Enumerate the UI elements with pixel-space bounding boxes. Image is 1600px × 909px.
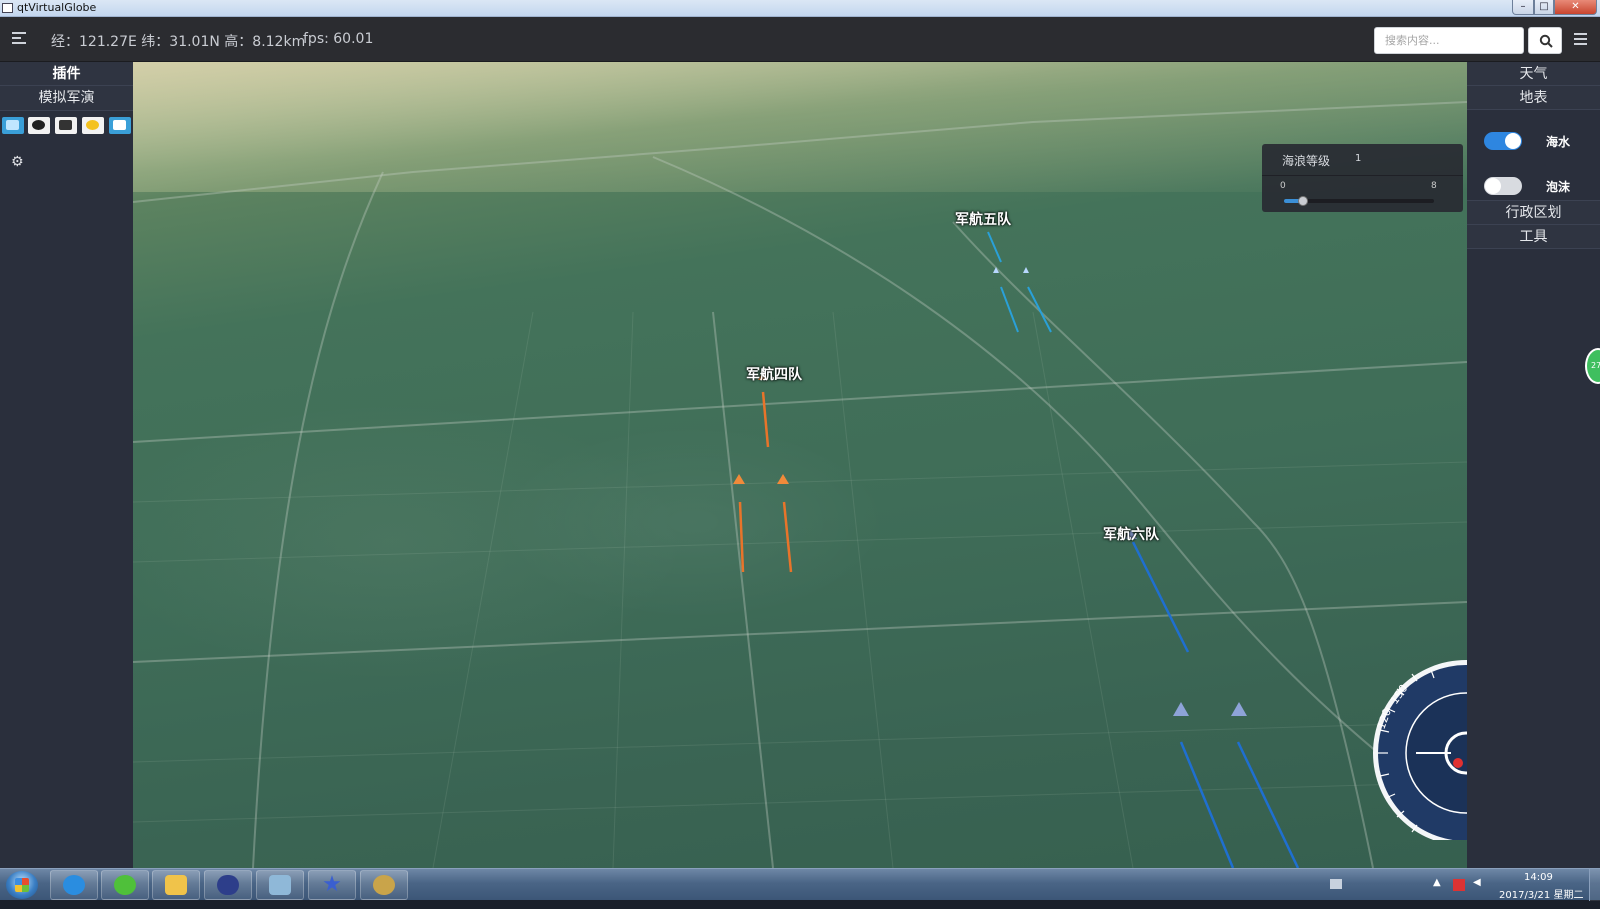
minimize-button[interactable]: – <box>1512 0 1534 15</box>
infinity-icon <box>217 875 239 895</box>
bulb-plugin-icon[interactable] <box>82 117 104 134</box>
star-app-button[interactable]: ★ <box>308 870 356 900</box>
compass-widget[interactable]: 150 120 <box>1266 590 1467 840</box>
explorer-app-button[interactable] <box>152 870 200 900</box>
squad-6-label: 军航六队 <box>1103 527 1159 543</box>
compass-marker <box>1453 758 1463 768</box>
network-tray-icon[interactable] <box>1453 879 1465 891</box>
volume-tray-icon[interactable]: ◀ <box>1473 877 1481 909</box>
admin-division-tab[interactable]: 行政区划 <box>1467 201 1600 225</box>
right-menu-toggle-icon[interactable] <box>1574 33 1587 45</box>
divider <box>1262 175 1463 176</box>
settings-gear-icon[interactable]: ⚙ <box>11 154 24 170</box>
cloud-icon <box>63 875 85 895</box>
wave-level-label: 海浪等级 <box>1282 154 1331 168</box>
folder-icon <box>165 875 187 895</box>
browser-app-button[interactable] <box>101 870 149 900</box>
show-desktop-button[interactable] <box>1589 869 1600 901</box>
tool-app-button[interactable] <box>360 870 408 900</box>
fps-readout: fps: 60.01 <box>303 31 374 47</box>
aircraft-icon[interactable] <box>1231 702 1247 716</box>
search-input[interactable] <box>1374 27 1524 54</box>
cloud-app-button[interactable] <box>50 870 98 900</box>
chat-plugin-icon[interactable] <box>28 117 50 134</box>
book-app-button[interactable] <box>256 870 304 900</box>
squad-4-label: 军航四队 <box>746 367 802 383</box>
tool-icon <box>373 875 395 895</box>
aircraft-icon[interactable] <box>777 474 789 484</box>
foam-label: 泡沫 <box>1546 180 1571 194</box>
keyboard-tray-icon[interactable] <box>1330 879 1342 889</box>
squad-5-label: 军航五队 <box>955 212 1011 228</box>
star-icon: ★ <box>322 872 342 897</box>
left-menu-toggle-icon[interactable] <box>12 32 26 44</box>
wave-max-label: 8 <box>1431 181 1437 191</box>
top-toolbar: 经：121.27E 纬：31.01N 高：8.12km fps: 60.01 <box>0 17 1600 62</box>
wave-level-panel: 海浪等级 1 0 8 <box>1262 144 1463 212</box>
search-button[interactable] <box>1528 27 1562 54</box>
sea-water-label: 海水 <box>1546 135 1571 149</box>
surface-tab[interactable]: 地表 <box>1467 86 1600 110</box>
squad-5-formation <box>987 231 1052 333</box>
maximize-button[interactable]: □ <box>1534 0 1554 15</box>
plugin-panel-header: 插件 <box>0 62 133 86</box>
browser-icon <box>114 875 136 895</box>
wave-level-value: 1 <box>1355 153 1362 164</box>
wave-min-label: 0 <box>1280 181 1286 191</box>
search-icon <box>1539 34 1553 48</box>
wave-slider-handle[interactable] <box>1297 196 1308 206</box>
globe-plugin-icon[interactable] <box>2 117 24 134</box>
start-button[interactable] <box>6 871 38 899</box>
window-titlebar: qtVirtualGlobe – □ ✕ <box>0 0 1600 17</box>
book-icon <box>269 875 291 895</box>
app-icon <box>2 3 13 13</box>
clock-date[interactable]: 2017/3/21 星期二 <box>1499 886 1583 901</box>
wave-level-slider[interactable] <box>1284 196 1434 206</box>
clock-time[interactable]: 14:09 <box>1524 872 1553 883</box>
windows-taskbar: ★ ▲ ◀ 14:09 2017/3/21 星期二 <box>0 868 1600 901</box>
squad-4-formation <box>733 372 793 573</box>
aircraft-icon[interactable] <box>733 474 745 484</box>
tray-expand-icon[interactable]: ▲ <box>1433 877 1441 909</box>
tools-tab[interactable]: 工具 <box>1467 225 1600 249</box>
coordinate-readout: 经：121.27E 纬：31.01N 高：8.12km <box>51 34 306 50</box>
plugin-panel: 插件 模拟军演 ⚙ <box>0 62 133 868</box>
window-title: qtVirtualGlobe <box>17 1 97 14</box>
infinity-app-button[interactable] <box>204 870 252 900</box>
surface-options: 海水 泡沫 <box>1467 110 1600 201</box>
flag-plugin-icon[interactable] <box>55 117 77 134</box>
camera-plugin-icon[interactable] <box>109 117 131 134</box>
foam-toggle[interactable] <box>1484 177 1522 195</box>
aircraft-icon[interactable] <box>1173 702 1189 716</box>
close-button[interactable]: ✕ <box>1554 0 1597 15</box>
weather-tab[interactable]: 天气 <box>1467 62 1600 86</box>
military-exercise-tab[interactable]: 模拟军演 <box>0 86 133 111</box>
layer-panel: 天气 地表 海水 泡沫 行政区划 工具 <box>1467 62 1600 868</box>
sea-water-toggle[interactable] <box>1484 132 1522 150</box>
aircraft-icon[interactable] <box>1023 267 1029 273</box>
